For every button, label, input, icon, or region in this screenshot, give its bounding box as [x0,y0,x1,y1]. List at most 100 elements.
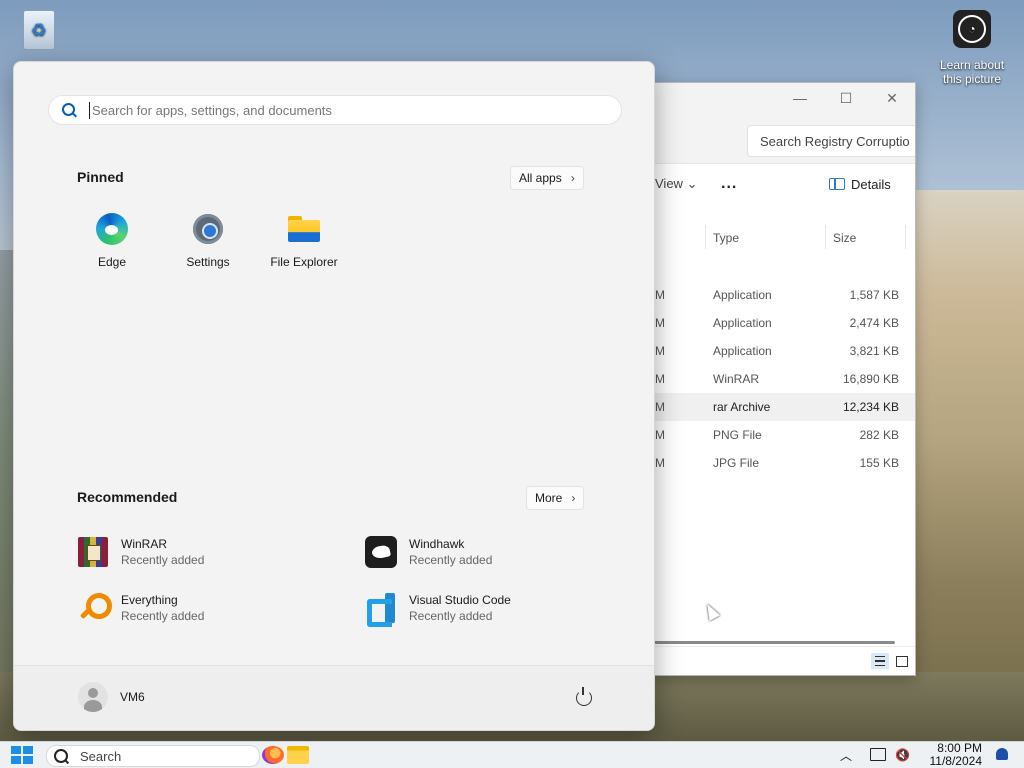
learn-about-picture-icon: ◔ [953,10,991,48]
taskbar-search-label: Search [80,748,122,764]
file-row[interactable]: M Application 1,587 KB [651,281,915,309]
notification-bell-icon[interactable] [996,748,1008,760]
file-size: 2,474 KB [849,316,899,330]
recommended-item-subtitle: Recently added [121,553,205,567]
file-size: 12,234 KB [842,400,899,414]
details-view-icon [875,656,885,666]
recommended-item-winrar[interactable]: WinRAR Recently added [77,532,357,572]
more-button[interactable]: More › [526,486,585,510]
start-menu-footer: VM6 [14,665,654,730]
chevron-right-icon: › [570,171,575,185]
details-pane-button[interactable]: Details [829,177,891,192]
volume-muted-icon[interactable]: 🔇 [895,748,910,762]
recommended-item-vscode[interactable]: Visual Studio Code Recently added [365,588,645,628]
recommended-item-subtitle: Recently added [121,609,205,623]
column-separator[interactable] [705,225,706,249]
recommended-item-windhawk[interactable]: Windhawk Recently added [365,532,645,572]
file-row[interactable]: M PNG File 282 KB [651,421,915,449]
desktop-wallpaper-town [904,190,1024,750]
file-type: WinRAR [713,372,760,386]
maximize-button[interactable]: ☐ [823,90,869,107]
start-menu: Pinned All apps › Edge Settings File Exp… [13,61,655,731]
close-button[interactable]: ✕ [869,90,915,107]
network-icon[interactable] [870,748,886,761]
learn-about-picture-label: Learn about this picture [939,58,1005,86]
more-options-button[interactable]: ... [721,175,737,193]
file-row[interactable]: M JPG File 155 KB [651,449,915,477]
horizontal-scrollbar[interactable] [651,641,895,644]
clock-date: 11/8/2024 [929,754,983,768]
file-date-fragment: M [655,288,665,302]
learn-about-picture-shortcut[interactable]: ◔ Learn about this picture [930,10,1014,86]
start-search-box[interactable] [48,95,622,125]
taskbar: Search ︿ 🔇 8:00 PM 11/8/2024 [0,741,1024,768]
firefox-taskbar-icon[interactable] [262,746,284,764]
file-row[interactable]: M Application 2,474 KB [651,309,915,337]
large-icons-view-button[interactable] [893,653,911,669]
recommended-item-name: Visual Studio Code [409,593,511,607]
pinned-app-edge[interactable]: Edge [64,212,160,269]
file-type: PNG File [713,428,762,442]
column-header-size[interactable]: Size [833,231,856,245]
file-size: 282 KB [859,428,899,442]
explorer-titlebar: — ☐ ✕ [651,83,915,113]
column-header-type[interactable]: Type [713,231,739,245]
file-type: Application [713,316,772,330]
vscode-icon [365,592,397,624]
edge-icon [95,212,129,246]
file-date-fragment: M [655,316,665,330]
recycle-bin-icon: ♻ [23,10,55,50]
file-list: M Application 1,587 KB M Application 2,4… [651,281,915,477]
details-view-button[interactable] [871,653,889,669]
explorer-status-bar [651,646,915,675]
column-separator[interactable] [905,225,906,249]
recommended-item-name: Windhawk [409,537,465,551]
file-row[interactable]: M WinRAR 16,890 KB [651,365,915,393]
minimize-button[interactable]: — [777,90,823,106]
pinned-app-settings[interactable]: Settings [160,212,256,269]
power-icon[interactable] [576,687,592,706]
details-pane-icon [829,178,845,190]
file-type: Application [713,288,772,302]
all-apps-button[interactable]: All apps › [510,166,584,190]
file-size: 3,821 KB [849,344,899,358]
file-explorer-taskbar-icon[interactable] [287,746,309,764]
explorer-toolbar: View ⌄ ... Details [651,164,915,204]
user-name: VM6 [120,690,145,704]
view-menu-button[interactable]: View ⌄ [655,176,697,192]
file-date-fragment: M [655,372,665,386]
file-date-fragment: M [655,400,665,414]
recycle-bin-shortcut[interactable]: ♻ [16,10,62,54]
file-size: 1,587 KB [849,288,899,302]
file-type: JPG File [713,456,760,470]
pinned-app-label: Settings [186,255,230,269]
file-row-selected[interactable]: M rar Archive 12,234 KB [651,393,915,421]
user-account-button[interactable]: VM6 [78,682,145,712]
pinned-app-file-explorer[interactable]: File Explorer [256,212,352,269]
column-separator[interactable] [825,225,826,249]
more-label: More [535,491,563,505]
pinned-section-title: Pinned [77,169,124,185]
pinned-apps-grid: Edge Settings File Explorer [64,212,352,269]
show-hidden-icons-chevron-icon[interactable]: ︿ [840,747,852,764]
file-row[interactable]: M Application 3,821 KB [651,337,915,365]
large-icons-view-icon [896,655,908,667]
pinned-app-label: File Explorer [270,255,338,269]
recommended-item-everything[interactable]: Everything Recently added [77,588,357,628]
chevron-right-icon: › [571,491,576,505]
start-search-input[interactable] [89,101,614,119]
taskbar-search-box[interactable]: Search [46,745,260,767]
search-icon [62,103,76,117]
winrar-icon [77,536,109,568]
file-date-fragment: M [655,428,665,442]
file-type: rar Archive [713,400,771,414]
start-button[interactable] [11,746,33,764]
pinned-app-label: Edge [97,255,127,269]
explorer-search-box[interactable]: Search Registry Corruptio [747,125,915,157]
recommended-item-name: WinRAR [121,537,168,551]
file-size: 16,890 KB [842,372,899,386]
file-date-fragment: M [655,456,665,470]
recommended-section-title: Recommended [77,489,178,505]
clock[interactable]: 8:00 PM 11/8/2024 [930,742,983,768]
explorer-navbar: Search Registry Corruptio [651,113,915,164]
